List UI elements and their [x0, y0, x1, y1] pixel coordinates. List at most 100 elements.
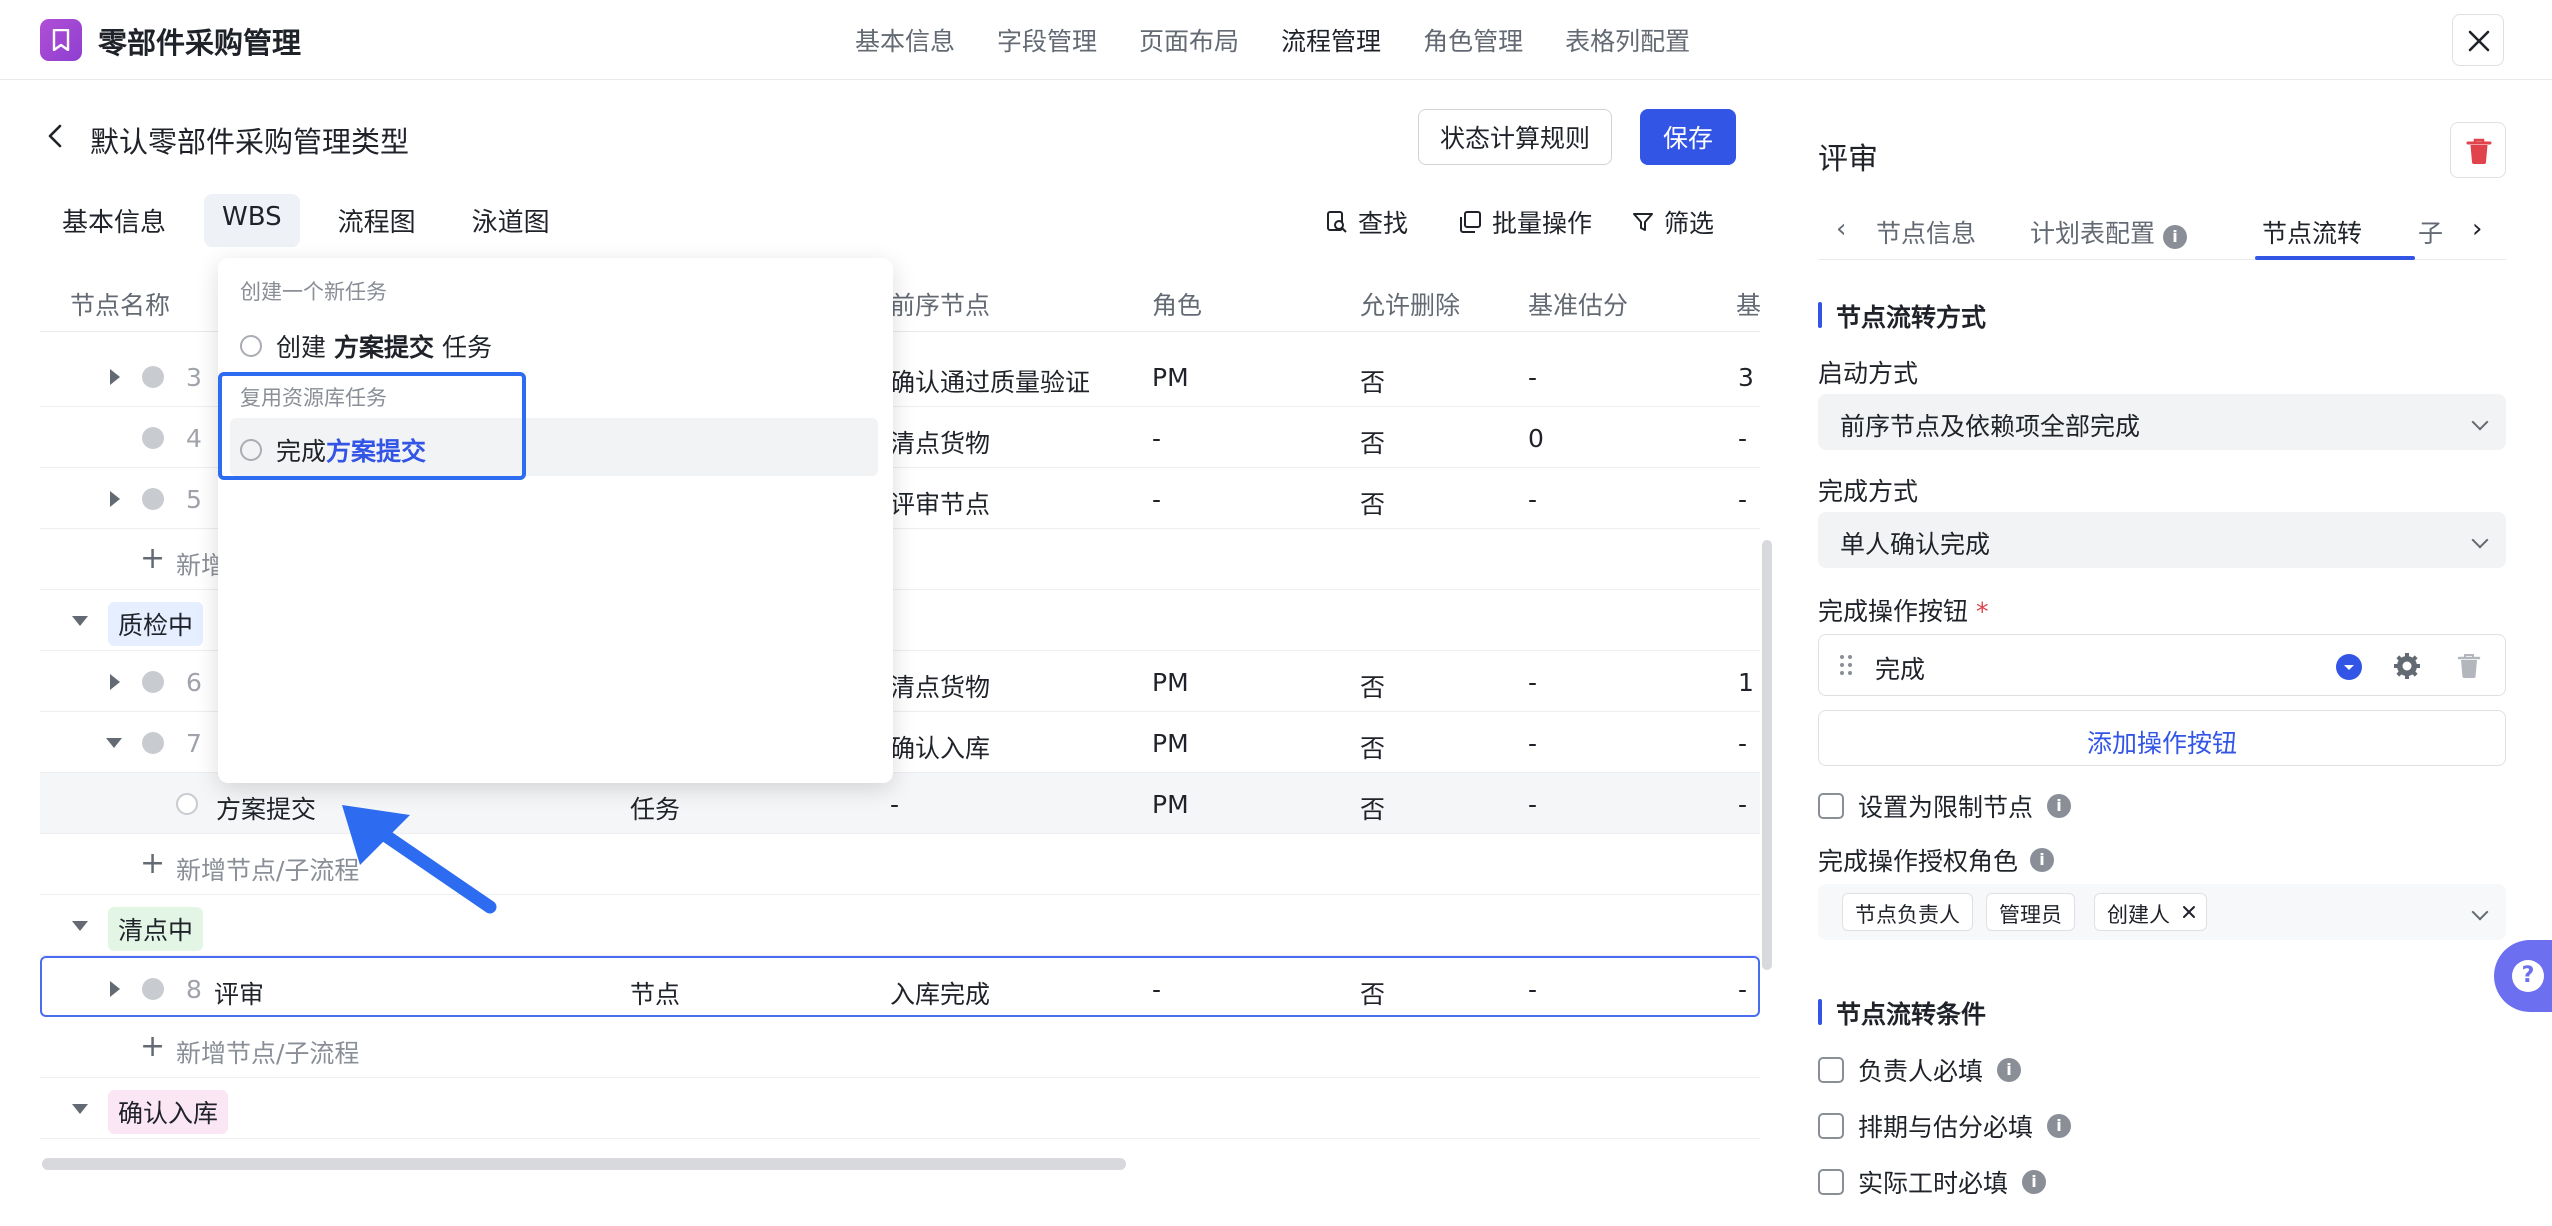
- app-title: 零部件采购管理: [98, 26, 302, 60]
- collapse-icon[interactable]: [106, 738, 122, 748]
- expand-icon[interactable]: [110, 981, 120, 997]
- cell-type: 任务: [630, 795, 681, 824]
- delete-node-button[interactable]: [2450, 122, 2506, 178]
- collapse-icon[interactable]: [72, 1104, 88, 1114]
- create-task-option[interactable]: 创建 方案提交 任务: [240, 328, 492, 364]
- status-dot-icon: [142, 732, 164, 754]
- cond-checkbox[interactable]: [1818, 1113, 1844, 1139]
- find-button[interactable]: 查找: [1326, 204, 1408, 240]
- tab-schedule-config-label: 计划表配置: [2030, 219, 2156, 248]
- batch-icon: [1460, 211, 1481, 233]
- table-row-selected[interactable]: 8 评审 节点 入库完成 - 否 - -: [40, 956, 1760, 1017]
- color-dropdown-icon[interactable]: [2335, 653, 2363, 681]
- expand-icon[interactable]: [110, 369, 120, 385]
- cell-extra: -: [1738, 424, 1748, 453]
- op-button-label-text: 完成操作按钮: [1818, 597, 1969, 626]
- nav-workflow-management[interactable]: 流程管理: [1281, 22, 1381, 58]
- delete-icon[interactable]: [2457, 653, 2481, 679]
- tab-sub[interactable]: 子: [2418, 214, 2443, 250]
- cond-checkbox-row[interactable]: 排期与估分必填 i: [1818, 1108, 2072, 1144]
- add-node-row[interactable]: + 新增节点/子流程: [40, 1017, 1760, 1078]
- tab-basic-info[interactable]: 基本信息: [44, 194, 184, 247]
- cell-type: 节点: [630, 980, 681, 1009]
- tab-swimlane[interactable]: 泳道图: [454, 194, 568, 247]
- cond-label: 负责人必填: [1858, 1057, 1984, 1086]
- col-role: 角色: [1152, 291, 1203, 320]
- save-button[interactable]: 保存: [1640, 109, 1736, 165]
- active-tab-underline: [2255, 256, 2415, 260]
- limit-node-checkbox-row[interactable]: 设置为限制节点 i: [1818, 788, 2072, 824]
- col-allow-delete: 允许删除: [1360, 291, 1461, 320]
- cond-checkbox[interactable]: [1818, 1057, 1844, 1083]
- start-mode-value: 前序节点及依赖项全部完成: [1840, 412, 2141, 441]
- cell-extra: -: [1738, 485, 1748, 514]
- cond-checkbox[interactable]: [1818, 1169, 1844, 1195]
- tab-next-icon[interactable]: ›: [2472, 214, 2482, 244]
- collapse-icon[interactable]: [72, 616, 88, 626]
- tab-schedule-config[interactable]: 计划表配置 i: [2030, 214, 2187, 250]
- nav-basic-info[interactable]: 基本信息: [855, 22, 955, 58]
- status-dot-icon: [142, 366, 164, 388]
- auth-role-select[interactable]: 节点负责人 管理员 创建人: [1818, 884, 2506, 940]
- close-button[interactable]: [2452, 14, 2504, 66]
- cond-label: 实际工时必填: [1858, 1169, 2009, 1198]
- vertical-scrollbar[interactable]: [1762, 540, 1772, 970]
- add-op-button[interactable]: 添加操作按钮: [1818, 710, 2506, 766]
- status-dot-icon: [142, 671, 164, 693]
- collapse-icon[interactable]: [72, 921, 88, 931]
- finish-mode-select[interactable]: 单人确认完成: [1818, 512, 2506, 568]
- info-icon: i: [2162, 225, 2187, 249]
- section-transition-conditions: 节点流转条件: [1818, 995, 1986, 1031]
- start-mode-select[interactable]: 前序节点及依赖项全部完成: [1818, 394, 2506, 450]
- batch-operation-button[interactable]: 批量操作: [1458, 204, 1592, 240]
- cell-predecessor: 评审节点: [890, 490, 991, 519]
- row-number: 7: [186, 729, 202, 758]
- tab-flowchart[interactable]: 流程图: [320, 194, 434, 247]
- cell-allow-delete: 否: [1360, 673, 1386, 702]
- col-truncated: 基: [1736, 291, 1760, 320]
- remove-icon[interactable]: [2182, 905, 2196, 919]
- op-button-item[interactable]: 完成: [1818, 634, 2506, 696]
- nav-page-layout[interactable]: 页面布局: [1139, 22, 1239, 58]
- horizontal-scrollbar[interactable]: [42, 1158, 1126, 1170]
- add-node-label[interactable]: 新增节点/子流程: [176, 1034, 359, 1070]
- task-name-input[interactable]: 方案提交: [216, 790, 316, 826]
- row-number: 4: [186, 424, 202, 453]
- role-tag-removable: 创建人: [2094, 893, 2207, 931]
- tab-wbs[interactable]: WBS: [204, 194, 300, 247]
- drag-handle-icon[interactable]: [1839, 653, 1853, 677]
- panel-title: 评审: [1818, 142, 1878, 177]
- tab-node-transition[interactable]: 节点流转: [2262, 214, 2362, 250]
- cell-extra: -: [1738, 729, 1748, 758]
- op-button-label: 完成操作按钮 *: [1818, 592, 1988, 628]
- settings-gear-icon[interactable]: [2393, 652, 2421, 680]
- nav-role-management[interactable]: 角色管理: [1423, 22, 1523, 58]
- tab-node-info[interactable]: 节点信息: [1876, 214, 1976, 250]
- back-chevron-icon[interactable]: [44, 122, 68, 154]
- tab-prev-icon[interactable]: ‹: [1836, 214, 1846, 244]
- top-nav: 基本信息 字段管理 页面布局 流程管理 角色管理 表格列配置: [855, 22, 1690, 58]
- find-label: 查找: [1358, 209, 1409, 238]
- group-row[interactable]: 清点中: [40, 895, 1760, 956]
- plus-icon: +: [140, 1029, 166, 1064]
- state-rules-button[interactable]: 状态计算规则: [1418, 109, 1612, 165]
- group-row[interactable]: 确认入库: [40, 1078, 1760, 1139]
- filter-label: 筛选: [1664, 209, 1715, 238]
- cond-checkbox-row[interactable]: 负责人必填 i: [1818, 1052, 2022, 1088]
- nav-table-columns[interactable]: 表格列配置: [1565, 22, 1690, 58]
- chevron-down-icon: [2471, 531, 2489, 549]
- start-mode-label: 启动方式: [1818, 359, 1919, 388]
- expand-icon[interactable]: [110, 674, 120, 690]
- finish-mode-label: 完成方式: [1818, 477, 1919, 506]
- cell-role: PM: [1152, 668, 1189, 697]
- expand-icon[interactable]: [110, 491, 120, 507]
- limit-node-checkbox[interactable]: [1818, 793, 1844, 819]
- cell-predecessor: 确认通过质量验证: [890, 368, 1091, 397]
- nav-field-management[interactable]: 字段管理: [997, 22, 1097, 58]
- add-node-row[interactable]: + 新增节点/子流程: [40, 834, 1760, 895]
- cell-predecessor: 清点货物: [890, 429, 991, 458]
- node-name: 评审: [214, 980, 265, 1009]
- filter-button[interactable]: 筛选: [1632, 204, 1714, 240]
- cond-checkbox-row[interactable]: 实际工时必填 i: [1818, 1164, 2047, 1200]
- help-button[interactable]: ?: [2494, 940, 2552, 1012]
